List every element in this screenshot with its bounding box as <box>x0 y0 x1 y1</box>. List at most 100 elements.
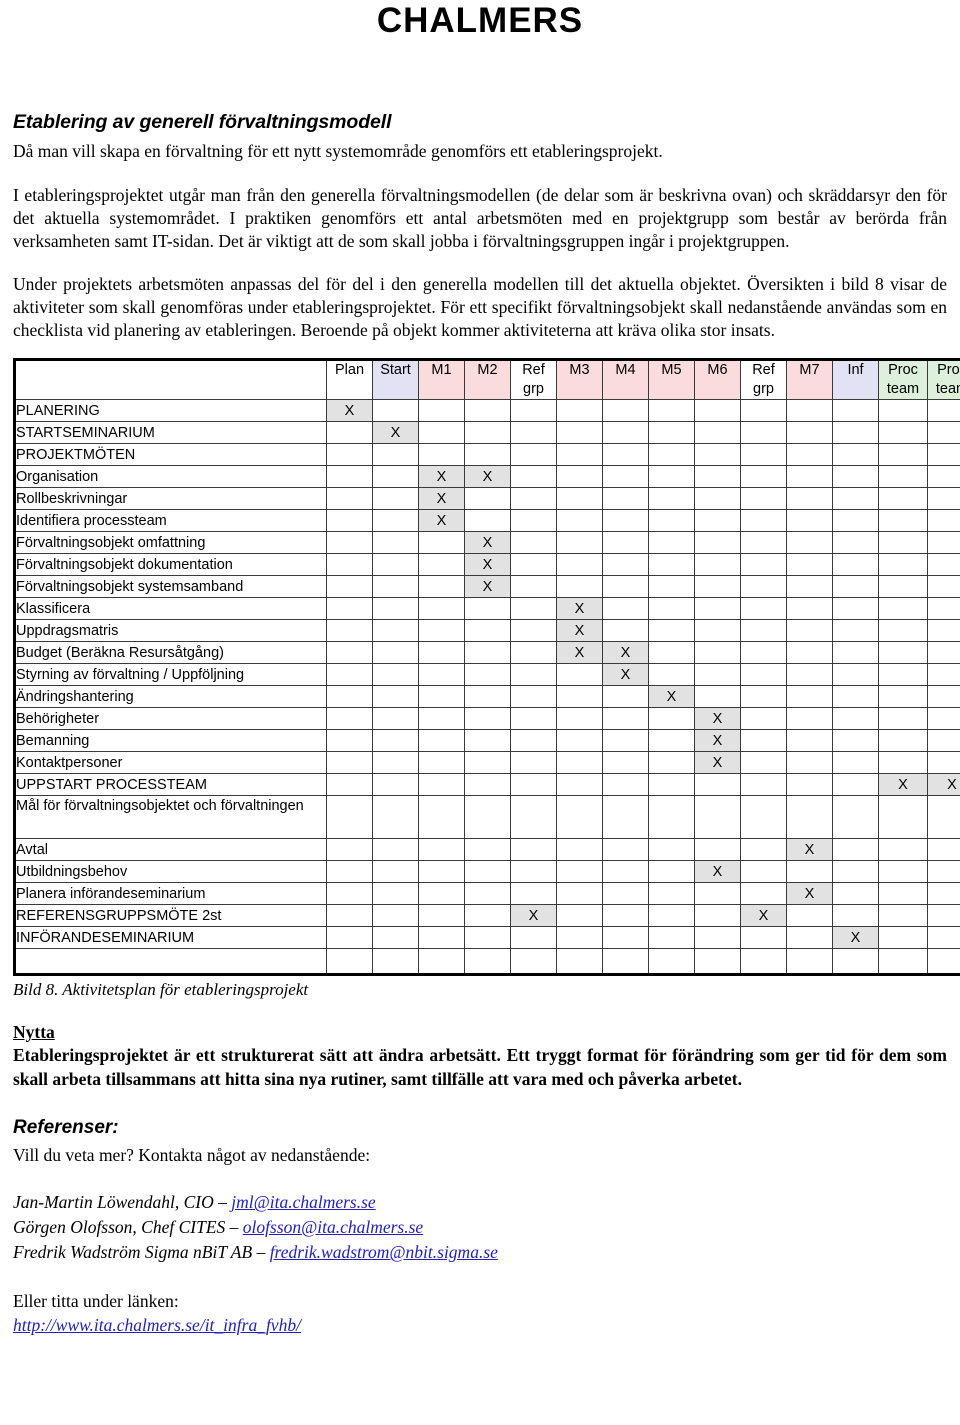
activity-empty-cell <box>372 597 419 621</box>
activity-empty-cell <box>648 751 695 775</box>
table-row: Rollbeskrivningar X <box>14 487 960 511</box>
activity-empty-cell <box>648 926 695 950</box>
references-heading: Referenser: <box>13 1117 119 1139</box>
activity-empty-cell <box>927 860 960 884</box>
activity-empty-cell <box>556 399 603 423</box>
activity-empty-cell <box>372 904 419 928</box>
website-link[interactable]: http://www.ita.chalmers.se/it_infra_fvhb… <box>13 1315 301 1335</box>
activity-empty-cell <box>602 487 649 511</box>
activity-empty-cell <box>786 685 833 709</box>
activity-empty-cell <box>326 838 373 862</box>
activity-empty-cell <box>648 575 695 599</box>
activity-empty-cell <box>464 882 511 906</box>
activity-empty-cell <box>648 531 695 555</box>
activity-empty-cell <box>602 948 649 976</box>
table-row: Budget (Beräkna Resursåtgång) X X <box>14 641 960 665</box>
activity-mark-cell: X <box>740 904 787 928</box>
article-body: Etablering av generell förvaltningsmodel… <box>0 111 960 343</box>
activity-empty-cell <box>418 619 465 643</box>
activity-empty-cell <box>927 619 960 643</box>
activity-empty-cell <box>510 663 557 687</box>
activity-empty-cell <box>464 421 511 445</box>
table-row: Planera införandeseminarium X <box>14 882 960 906</box>
table-row: Identifiera processteam X <box>14 509 960 533</box>
activity-empty-cell <box>740 553 787 577</box>
table-row: Behörigheter X <box>14 707 960 731</box>
activity-label: Budget (Beräkna Resursåtgång) <box>14 641 327 665</box>
activity-empty-cell <box>464 926 511 950</box>
table-row <box>14 948 960 976</box>
activity-mark-cell: X <box>786 882 833 906</box>
activity-empty-cell <box>927 487 960 511</box>
activity-mark-cell: X <box>694 751 741 775</box>
contact-email-link[interactable]: jml@ita.chalmers.se <box>231 1192 375 1212</box>
column-header-2: M1 <box>418 359 465 401</box>
activity-empty-cell <box>786 465 833 489</box>
activity-empty-cell <box>740 948 787 976</box>
activity-empty-cell <box>510 509 557 533</box>
activity-empty-cell <box>326 619 373 643</box>
contact-line: Fredrik Wadström Sigma nBiT AB – fredrik… <box>13 1240 947 1265</box>
activity-empty-cell <box>372 487 419 511</box>
activity-empty-cell <box>694 531 741 555</box>
activity-empty-cell <box>740 773 787 797</box>
activity-empty-cell <box>464 619 511 643</box>
activity-empty-cell <box>372 619 419 643</box>
activity-empty-cell <box>326 948 373 976</box>
activity-empty-cell <box>556 421 603 445</box>
activity-mark-cell: X <box>786 838 833 862</box>
activity-mark-cell: X <box>556 597 603 621</box>
activity-empty-cell <box>602 729 649 753</box>
activity-mark-cell: X <box>694 860 741 884</box>
activity-empty-cell <box>556 838 603 862</box>
activity-empty-cell <box>832 838 879 862</box>
activity-empty-cell <box>878 641 928 665</box>
activity-mark-cell: X <box>418 465 465 489</box>
activity-empty-cell <box>740 882 787 906</box>
activity-empty-cell <box>510 443 557 467</box>
activity-empty-cell <box>927 509 960 533</box>
activity-empty-cell <box>878 487 928 511</box>
activity-empty-cell <box>602 860 649 884</box>
activity-empty-cell <box>927 597 960 621</box>
activity-empty-cell <box>878 421 928 445</box>
website-url-line: http://www.ita.chalmers.se/it_infra_fvhb… <box>13 1313 947 1338</box>
activity-empty-cell <box>927 685 960 709</box>
contact-name: Fredrik Wadström Sigma nBiT AB <box>13 1241 253 1262</box>
activity-empty-cell <box>602 685 649 709</box>
activity-empty-cell <box>927 399 960 423</box>
activity-empty-cell <box>464 904 511 928</box>
activity-empty-cell <box>510 729 557 753</box>
activity-empty-cell <box>464 795 511 840</box>
activity-label: Förvaltningsobjekt systemsamband <box>14 575 327 599</box>
activity-empty-cell <box>418 795 465 840</box>
activity-empty-cell <box>372 685 419 709</box>
activity-empty-cell <box>878 399 928 423</box>
activity-label: Rollbeskrivningar <box>14 487 327 511</box>
activity-empty-cell <box>786 619 833 643</box>
activity-empty-cell <box>510 421 557 445</box>
activity-empty-cell <box>694 465 741 489</box>
activity-label: INFÖRANDESEMINARIUM <box>14 926 327 950</box>
activity-empty-cell <box>927 904 960 928</box>
column-header-10: M7 <box>786 359 833 401</box>
contact-email-link[interactable]: olofsson@ita.chalmers.se <box>243 1217 423 1237</box>
activity-empty-cell <box>786 751 833 775</box>
activity-empty-cell <box>556 707 603 731</box>
activity-empty-cell <box>418 597 465 621</box>
activity-mark-cell: X <box>694 729 741 753</box>
activity-empty-cell <box>878 597 928 621</box>
activity-empty-cell <box>418 729 465 753</box>
table-row: Avtal X <box>14 838 960 862</box>
activity-empty-cell <box>510 882 557 906</box>
contact-separator: – <box>213 1192 232 1213</box>
activity-empty-cell <box>878 443 928 467</box>
activity-empty-cell <box>878 860 928 884</box>
contact-email-link[interactable]: fredrik.wadstrom@nbit.sigma.se <box>270 1242 498 1262</box>
activity-empty-cell <box>326 553 373 577</box>
activity-empty-cell <box>326 597 373 621</box>
activity-empty-cell <box>832 882 879 906</box>
activity-mark-cell: X <box>510 904 557 928</box>
activity-empty-cell <box>786 860 833 884</box>
activity-empty-cell <box>694 487 741 511</box>
